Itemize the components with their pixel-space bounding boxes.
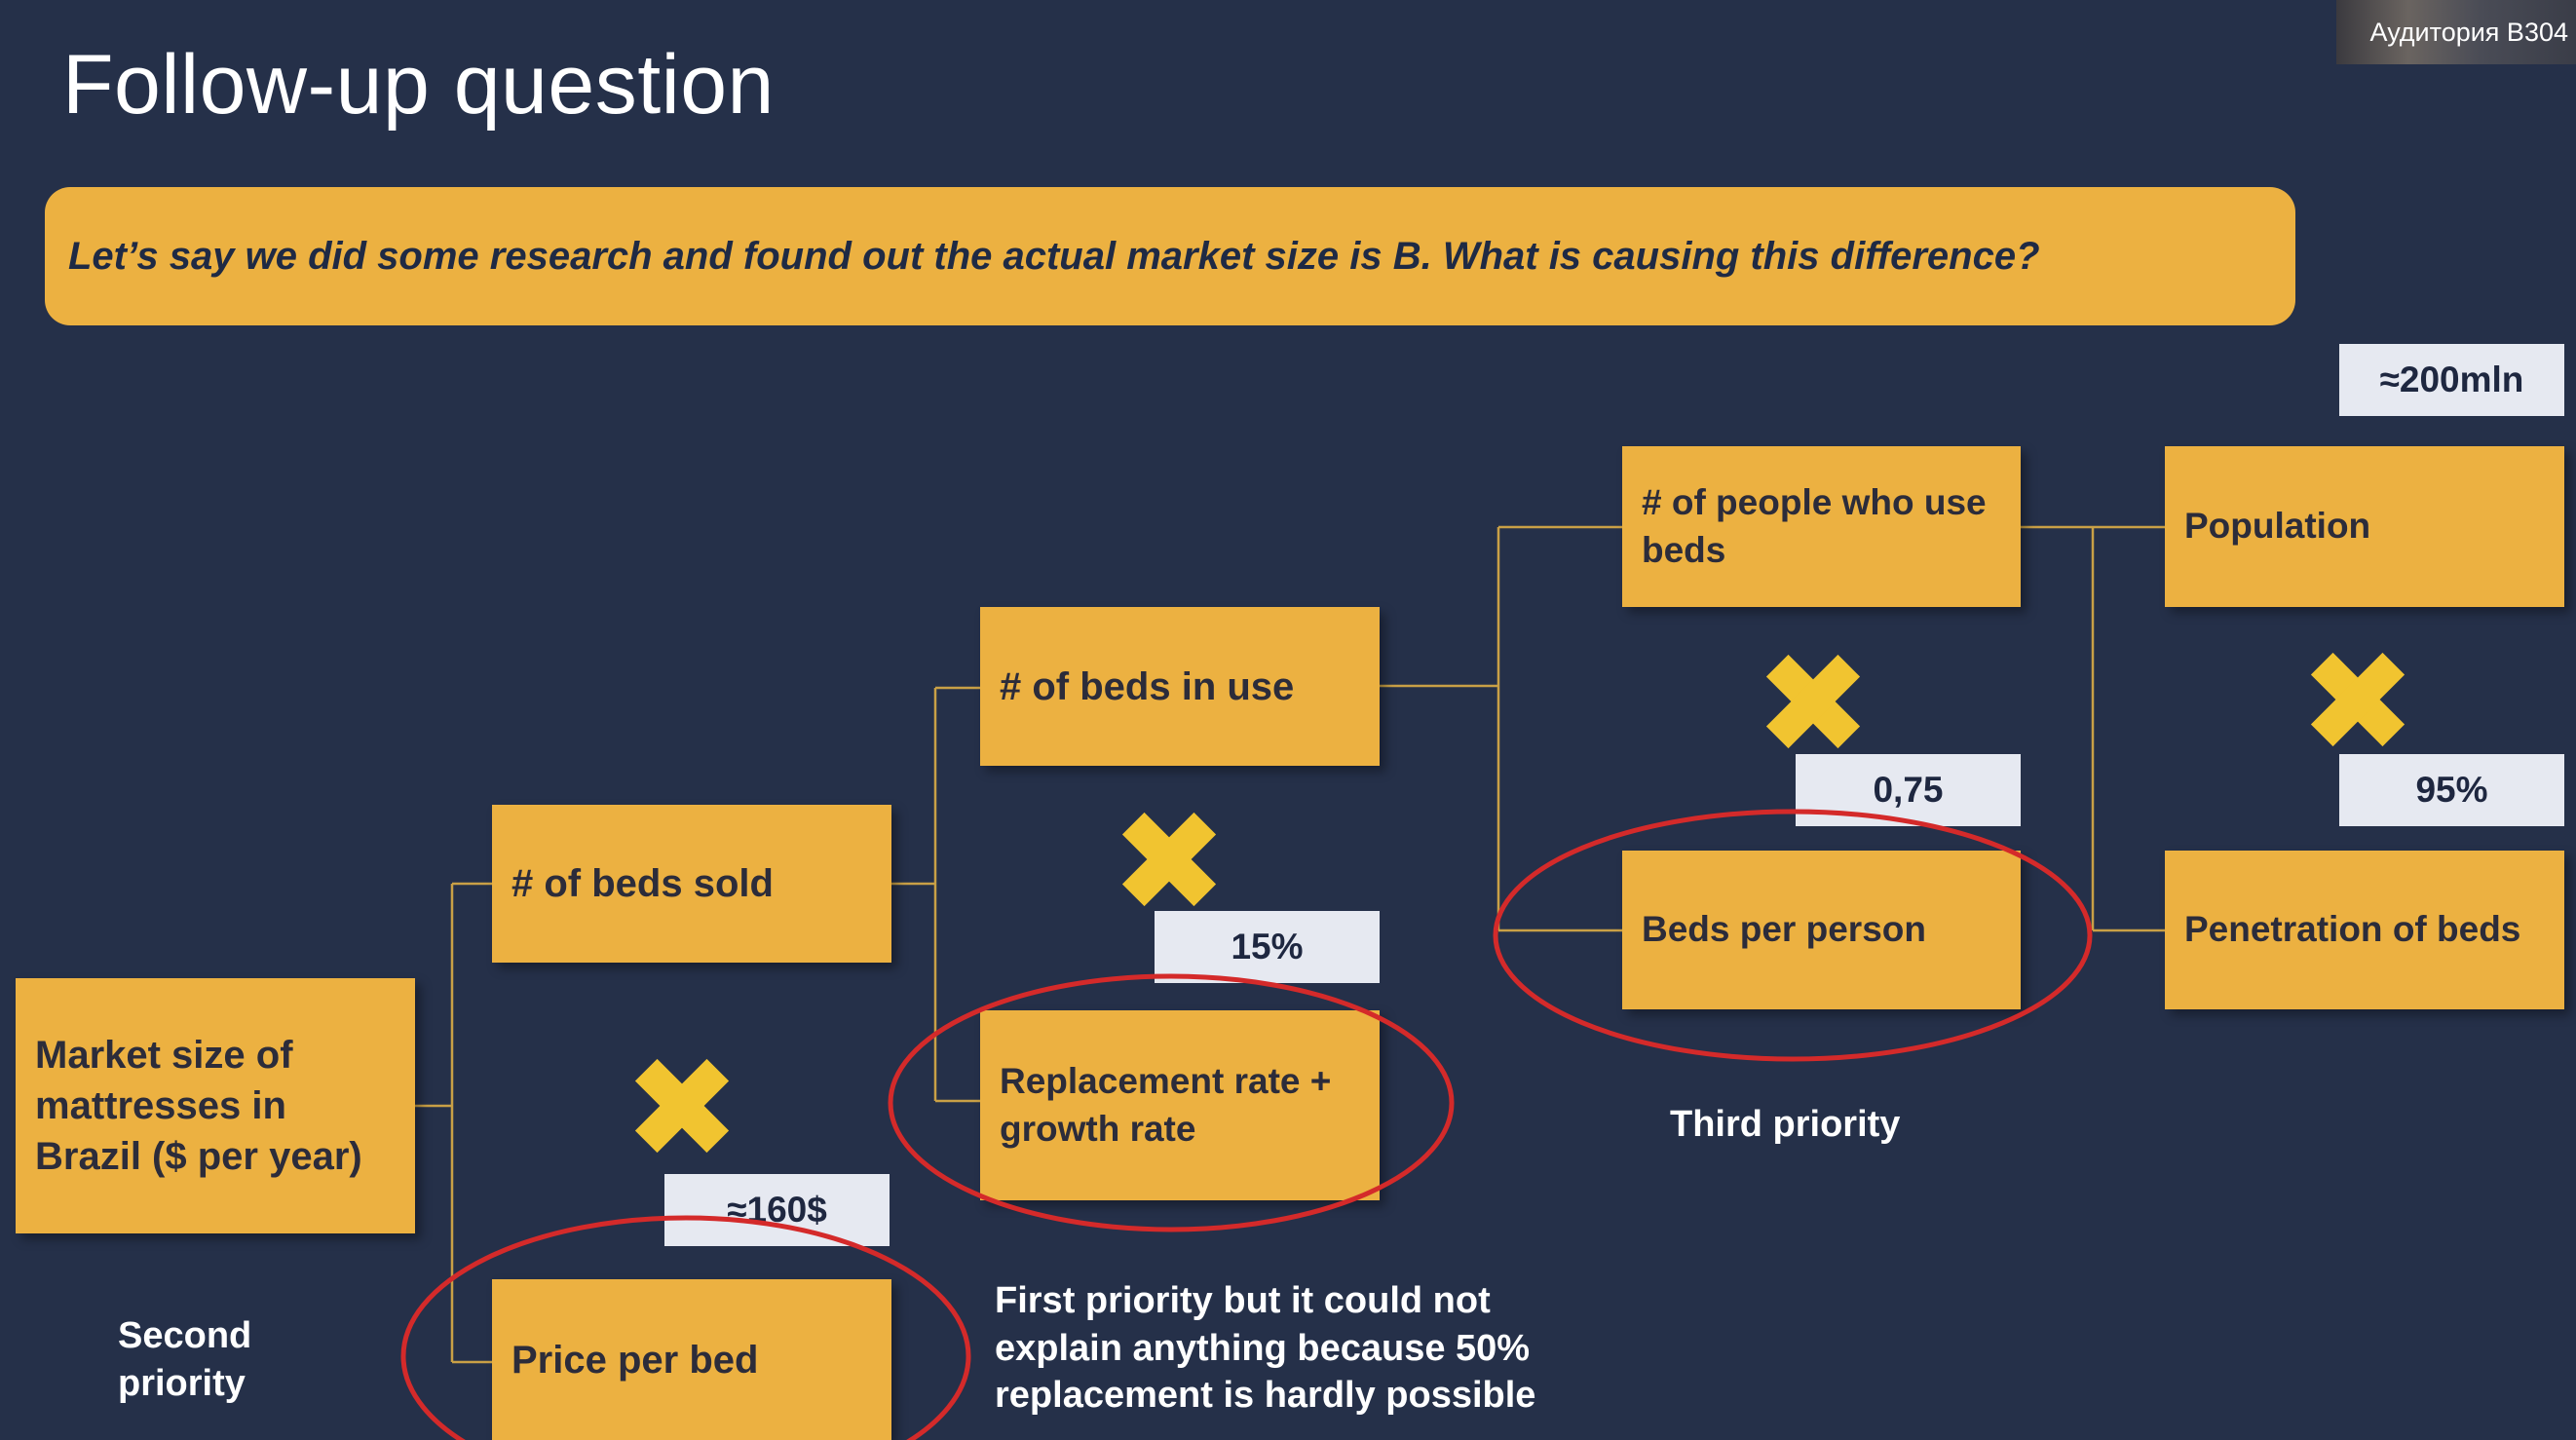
note-first-priority: First priority but it could not explain … xyxy=(995,1280,1536,1417)
note-third-priority: Third priority xyxy=(1670,1104,1901,1145)
multiply-cross-icon xyxy=(2310,652,2406,747)
multiply-cross-icon xyxy=(1765,654,1861,749)
priority-circle-replacement xyxy=(888,973,1455,1232)
note-second-priority: Second priority xyxy=(118,1315,252,1404)
priority-circle-price xyxy=(400,1215,971,1440)
multiply-cross-icon xyxy=(1121,812,1217,907)
priority-circle-beds-per-person xyxy=(1493,809,2093,1062)
multiply-cross-icon xyxy=(634,1058,730,1154)
annotation-overlay xyxy=(400,652,2406,1440)
